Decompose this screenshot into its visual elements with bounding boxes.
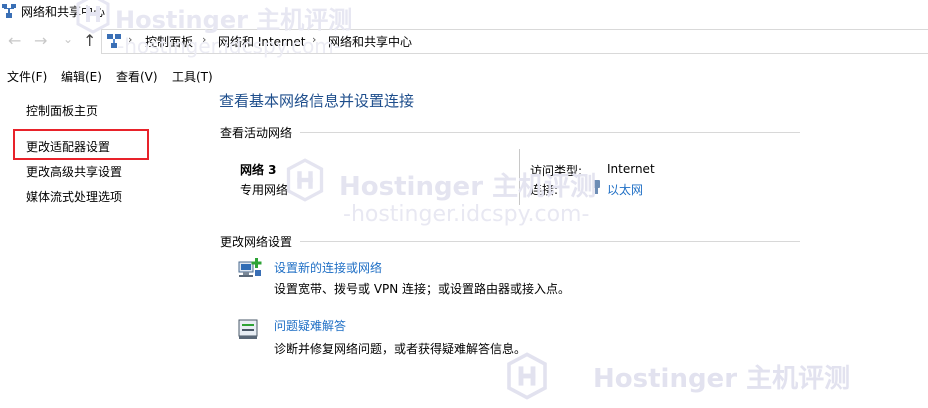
connection-ethernet-link[interactable]: 以太网: [607, 181, 643, 198]
section-divider: [300, 241, 800, 242]
sidebar-item-media-streaming[interactable]: 媒体流式处理选项: [26, 188, 122, 205]
network-type: 专用网络: [240, 183, 289, 197]
change-settings-label: 更改网络设置: [220, 235, 293, 249]
watermark-logo: [507, 352, 547, 400]
section-divider: [300, 132, 800, 133]
breadcrumb-sharing-center[interactable]: 网络和共享中心: [328, 33, 412, 50]
title-bar: 网络和共享中心: [0, 0, 928, 24]
control-panel-icon: [107, 34, 121, 48]
setup-new-connection-desc: 设置宽带、拨号或 VPN 连接；或设置路由器或接入点。: [274, 282, 571, 296]
back-button[interactable]: ←: [8, 32, 21, 50]
breadcrumb-separator: ›: [128, 33, 133, 46]
breadcrumb-separator: ›: [312, 33, 317, 46]
new-connection-icon: [238, 258, 262, 277]
ethernet-icon: [593, 180, 600, 194]
sidebar-item-control-panel-home[interactable]: 控制面板主页: [26, 102, 98, 119]
watermark-logo: [286, 158, 324, 202]
network-icon: [2, 4, 16, 18]
breadcrumb-network-internet[interactable]: 网络和 Internet: [218, 33, 305, 50]
setup-new-connection-link[interactable]: 设置新的连接或网络: [274, 259, 382, 276]
page-title: 查看基本网络信息并设置连接: [219, 92, 415, 110]
access-type-label: 访问类型:: [530, 164, 583, 178]
sidebar-item-change-adapter-settings[interactable]: 更改适配器设置: [26, 138, 110, 155]
access-type-value: Internet: [607, 162, 655, 176]
breadcrumb-control-panel[interactable]: 控制面板: [145, 33, 193, 50]
menu-view[interactable]: 查看(V): [116, 68, 158, 85]
recent-locations-dropdown[interactable]: ⌄: [63, 30, 73, 48]
troubleshoot-link[interactable]: 问题疑难解答: [274, 317, 346, 334]
troubleshoot-icon: [238, 319, 258, 339]
connection-label: 连接:: [530, 183, 559, 197]
menu-edit[interactable]: 编辑(E): [61, 68, 102, 85]
breadcrumb-separator: ›: [202, 33, 207, 46]
troubleshoot-desc: 诊断并修复网络问题，或者获得疑难解答信息。: [274, 342, 527, 356]
menu-file[interactable]: 文件(F): [7, 68, 47, 85]
active-networks-label: 查看活动网络: [220, 126, 293, 140]
window-title: 网络和共享中心: [21, 5, 106, 19]
up-button[interactable]: ↑: [83, 32, 96, 50]
watermark-url: -hostinger.idcspy.com-: [343, 202, 590, 227]
watermark-brand: Hostinger 主机评测: [593, 364, 851, 394]
network-name: 网络 3: [240, 163, 277, 177]
menu-tools[interactable]: 工具(T): [172, 68, 213, 85]
column-divider: [519, 149, 520, 205]
sidebar-item-advanced-sharing[interactable]: 更改高级共享设置: [26, 163, 122, 180]
forward-button[interactable]: →: [34, 32, 47, 50]
